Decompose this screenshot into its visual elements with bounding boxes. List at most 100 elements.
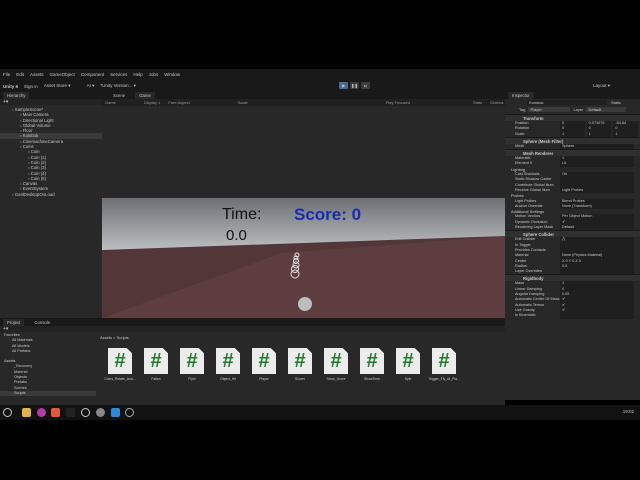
asset-store-button[interactable]: Asset Store ▾ bbox=[44, 83, 71, 89]
sign-in-button[interactable]: Sign in bbox=[24, 84, 38, 89]
tab-project[interactable]: Project bbox=[3, 318, 25, 326]
script-asset[interactable]: # Object_Hit bbox=[210, 348, 246, 381]
scale-slider[interactable]: Scale bbox=[238, 100, 248, 105]
csharp-script-icon: # bbox=[180, 348, 204, 374]
play-button[interactable]: ▶ bbox=[339, 82, 348, 89]
component-title: Rigidbody bbox=[523, 276, 544, 282]
hierarchy-panel: Hierarchy +▾ ▫ SampleScene* ▫ Main Camera… bbox=[0, 92, 102, 318]
script-asset[interactable]: # Player bbox=[246, 348, 282, 381]
tag-dropdown[interactable]: Player bbox=[528, 107, 571, 112]
rigidbody-row: Is Kinematic bbox=[505, 313, 640, 319]
start-menu-icon[interactable] bbox=[3, 408, 12, 417]
account-button[interactable]: Unity 6 bbox=[3, 84, 18, 89]
hierarchy-item-label: Directional Light bbox=[22, 117, 54, 123]
static-checkbox[interactable]: Static bbox=[611, 100, 621, 105]
hierarchy-item-label: SampleScene* bbox=[14, 107, 44, 112]
script-asset[interactable]: # ShowTime bbox=[354, 348, 390, 381]
component-title: Sphere (Mesh Filter) bbox=[523, 138, 564, 144]
aspect-dropdown[interactable]: Free Aspect bbox=[168, 100, 189, 105]
layout-dropdown[interactable]: Layout ▾ bbox=[593, 83, 610, 89]
field-value[interactable] bbox=[560, 313, 634, 319]
gizmos-button[interactable]: Gizmos bbox=[490, 100, 504, 105]
menu-assets[interactable]: Assets bbox=[30, 72, 44, 77]
step-button[interactable]: ▸| bbox=[361, 82, 370, 89]
app-icon[interactable] bbox=[51, 408, 60, 417]
asset-label: Flyhl bbox=[188, 377, 196, 381]
field-value[interactable]: Light Probes bbox=[560, 187, 634, 194]
script-asset[interactable]: # Spin bbox=[390, 348, 426, 381]
asset-label: ShowTime bbox=[364, 377, 380, 381]
field-value[interactable]: Lit bbox=[560, 161, 634, 167]
files-icon[interactable] bbox=[22, 408, 31, 417]
csharp-script-icon: # bbox=[432, 348, 456, 374]
hierarchy-item-label: Coin (2) bbox=[30, 159, 47, 165]
tag-label: Tag bbox=[519, 107, 526, 112]
hierarchy-item-label: CinemachineCamera bbox=[22, 138, 64, 144]
ai-button[interactable]: AI ▾ bbox=[87, 83, 95, 89]
csharp-script-icon: # bbox=[144, 348, 168, 374]
version-dropdown[interactable]: *Unity Version... ▾ bbox=[100, 83, 136, 89]
game-panel: Scene Game Game Display 1 Free Aspect Sc… bbox=[102, 92, 505, 410]
menu-component[interactable]: Component bbox=[81, 72, 104, 77]
tab-scene[interactable]: Scene bbox=[109, 92, 129, 99]
script-asset[interactable]: # Coins_Rotate_And... bbox=[102, 348, 138, 381]
mesh-filter-header[interactable]: Sphere (Mesh Filter) bbox=[505, 136, 640, 144]
script-asset[interactable]: # Trigger_Fly_At_Pla... bbox=[426, 348, 462, 381]
hierarchy-item-label: Floor bbox=[22, 128, 33, 134]
menu-gameobject[interactable]: GameObject bbox=[50, 72, 75, 77]
unity-icon[interactable] bbox=[125, 408, 134, 417]
hierarchy-item-label: Coins bbox=[22, 144, 34, 150]
rigidbody-header[interactable]: Rigidbody bbox=[505, 274, 640, 282]
menu-jobs[interactable]: Jobs bbox=[149, 72, 159, 77]
asset-label: Show_Score bbox=[326, 377, 346, 381]
firefox-icon[interactable] bbox=[37, 408, 46, 417]
layer-dropdown[interactable]: Default bbox=[586, 107, 627, 112]
script-asset[interactable]: # Fallen bbox=[138, 348, 174, 381]
menu-bar: File Edit Assets GameObject Component Service… bbox=[0, 69, 640, 80]
vscode-icon[interactable] bbox=[111, 408, 120, 417]
display-dropdown[interactable]: Display 1 bbox=[144, 100, 160, 105]
hierarchy-item-label: Canvas bbox=[22, 181, 38, 187]
game-mode-dropdown[interactable]: Game bbox=[105, 100, 116, 105]
field-value[interactable]: None (Transform) bbox=[560, 203, 634, 210]
inspector-panel: Inspector Kolobok Static Tag Player Laye… bbox=[505, 92, 640, 400]
menu-help[interactable]: Help bbox=[133, 72, 142, 77]
component-title: Mesh Renderer bbox=[523, 151, 554, 157]
csharp-script-icon: # bbox=[216, 348, 240, 374]
unity-hub-icon[interactable] bbox=[81, 408, 90, 417]
csharp-script-icon: # bbox=[360, 348, 384, 374]
mesh-renderer-header[interactable]: Mesh Renderer bbox=[505, 149, 640, 157]
sphere-collider-header[interactable]: Sphere Collider bbox=[505, 230, 640, 238]
tab-hierarchy[interactable]: Hierarchy bbox=[3, 92, 30, 99]
hierarchy-item-label: GoslDesktopOnLoad bbox=[14, 191, 55, 197]
play-focused-dropdown[interactable]: Play Focused bbox=[386, 100, 410, 105]
hierarchy-item[interactable]: ▫ GoslDesktopOnLoad bbox=[0, 192, 102, 197]
menu-edit[interactable]: Edit bbox=[16, 72, 24, 77]
score-label: Score: 0 bbox=[294, 205, 362, 224]
pause-button[interactable]: ❚❚ bbox=[350, 82, 359, 89]
project-toolbar[interactable]: +▾ bbox=[0, 326, 505, 332]
hierarchy-item-label: Coin (1) bbox=[30, 154, 47, 160]
csharp-script-icon: # bbox=[288, 348, 312, 374]
terminal-icon[interactable] bbox=[66, 408, 75, 417]
hierarchy-item-label: EventSystem bbox=[22, 186, 49, 192]
script-asset[interactable]: # Show_Score bbox=[318, 348, 354, 381]
tab-console[interactable]: Console bbox=[30, 319, 54, 326]
script-asset[interactable]: # Flyhl bbox=[174, 348, 210, 381]
menu-services[interactable]: Services bbox=[110, 72, 127, 77]
tab-game[interactable]: Game bbox=[135, 92, 155, 99]
asset-label: Trigger_Fly_At_Pla... bbox=[428, 377, 460, 381]
component-title: Transform bbox=[523, 116, 544, 121]
stats-button[interactable]: Stats bbox=[473, 100, 482, 105]
asset-folder[interactable]: Scripts bbox=[0, 390, 96, 397]
transform-header[interactable]: Transform bbox=[505, 114, 640, 121]
object-name-field[interactable]: Kolobok bbox=[527, 100, 607, 105]
unity-editor-icon[interactable] bbox=[96, 408, 105, 417]
kolobok-ball bbox=[298, 297, 312, 311]
tab-inspector[interactable]: Inspector bbox=[508, 92, 534, 99]
script-asset[interactable]: # Scorer bbox=[282, 348, 318, 381]
layer-label: Layer bbox=[573, 107, 584, 112]
menu-window[interactable]: Window bbox=[164, 72, 180, 77]
component-title: Sphere Collider bbox=[523, 232, 554, 238]
menu-file[interactable]: File bbox=[3, 72, 10, 77]
